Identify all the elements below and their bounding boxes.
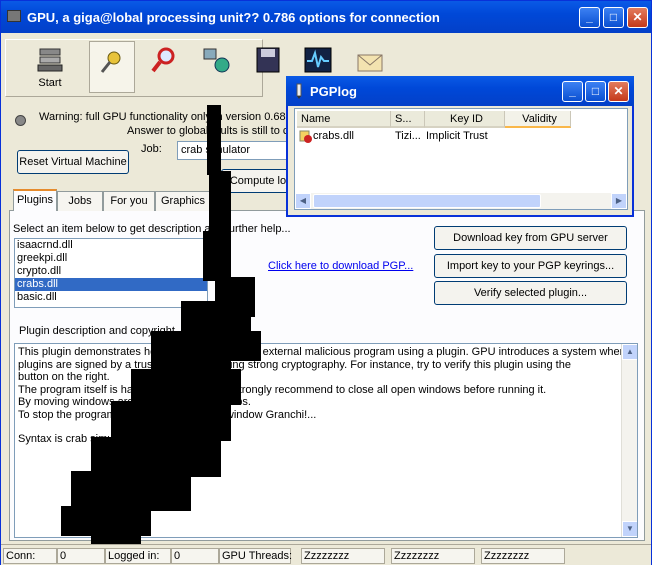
description-line: The program itself is harmless, however … — [18, 383, 547, 396]
gpu-threads-label: GPU Threads: — [219, 548, 292, 564]
reset-vm-button[interactable]: Reset Virtual Machine — [17, 150, 129, 174]
thread-status: Zzzzzzzz — [481, 548, 565, 564]
download-pgp-link[interactable]: Click here to download PGP... — [268, 260, 413, 272]
list-item[interactable]: basic.dll — [15, 291, 207, 304]
list-item[interactable]: isaacrnd.dll — [15, 239, 207, 252]
logged-in-label: Logged in: — [105, 548, 171, 564]
conn-value: 0 — [57, 548, 105, 564]
network-tool-button[interactable] — [193, 41, 239, 93]
status-bar: Conn: 0 Logged in: 0 GPU Threads: Zzzzzz… — [1, 544, 651, 565]
scroll-left-arrow-icon[interactable]: ◀ — [295, 193, 311, 209]
import-key-button[interactable]: Import key to your PGP keyrings... — [434, 254, 627, 278]
pgplog-title-bar[interactable]: PGPlog _ □ ✕ — [286, 76, 634, 106]
settings-tool-button[interactable] — [89, 41, 135, 93]
column-header-name[interactable]: Name — [297, 111, 391, 128]
conn-label: Conn: — [3, 548, 57, 564]
column-header-validity[interactable]: Validity — [505, 111, 571, 128]
search-tool-button[interactable] — [141, 41, 187, 93]
plugin-instruction: Select an item below to get description … — [13, 223, 291, 235]
pgplog-title: PGPlog — [310, 84, 357, 99]
download-key-button[interactable]: Download key from GPU server — [434, 226, 627, 250]
description-line: plugins are signed by a trusted authorit… — [18, 358, 571, 371]
pgplog-maximize-button[interactable]: □ — [585, 81, 606, 102]
compute-button[interactable]: Compute lo — [221, 169, 295, 193]
minimize-button[interactable]: _ — [579, 7, 600, 28]
pen-icon — [296, 83, 302, 99]
row-key-id: Implicit Trust — [426, 130, 488, 142]
thread-status: Zzzzzzzz — [391, 548, 475, 564]
row-signer: Tizi... — [395, 130, 421, 142]
column-header-key-id[interactable]: Key ID — [425, 111, 505, 128]
tab-plugins[interactable]: Plugins — [13, 189, 57, 211]
network-icon — [203, 48, 230, 73]
close-button[interactable]: ✕ — [627, 7, 648, 28]
magnifier-icon — [151, 47, 175, 73]
start-label: Start — [38, 77, 62, 89]
pgplog-minimize-button[interactable]: _ — [562, 81, 583, 102]
save-tool-button[interactable] — [245, 41, 291, 93]
activity-icon — [304, 47, 332, 73]
pgplog-list[interactable]: Name S... Key ID Validity crabs.dll Tizi… — [294, 108, 628, 210]
description-scrollbar[interactable]: ▲ ▼ — [621, 344, 637, 537]
floppy-icon — [256, 47, 280, 73]
scroll-down-arrow-icon[interactable]: ▼ — [622, 521, 637, 537]
plugin-list[interactable]: isaacrnd.dll greekpi.dll crypto.dll crab… — [14, 238, 208, 308]
server-icon — [37, 48, 63, 72]
title-bar[interactable]: GPU, a giga@lobal processing unit?? 0.78… — [1, 1, 651, 33]
list-item[interactable]: greekpi.dll — [15, 252, 207, 265]
logged-in-value: 0 — [171, 548, 219, 564]
signature-icon — [299, 130, 312, 143]
scroll-thumb[interactable] — [313, 194, 541, 208]
description-line: button on the right. — [18, 371, 110, 383]
mail-icon — [357, 54, 383, 72]
warning-text-line1: Warning: full GPU functionality only in … — [39, 111, 295, 123]
gear-icon — [100, 51, 121, 73]
window-title: GPU, a giga@lobal processing unit?? 0.78… — [27, 10, 440, 25]
start-tool-button[interactable]: Start — [27, 41, 73, 93]
app-icon — [7, 10, 21, 22]
list-item-selected[interactable]: crabs.dll — [15, 278, 207, 291]
scroll-right-arrow-icon[interactable]: ▶ — [611, 193, 627, 209]
column-header-signer[interactable]: S... — [391, 111, 425, 128]
pgplog-window: PGPlog _ □ ✕ Name S... Key ID Validity c… — [286, 76, 634, 217]
description-line: This plugin demonstrates how GPU could h… — [18, 346, 630, 358]
verify-plugin-button[interactable]: Verify selected plugin... — [434, 281, 627, 305]
pgplog-hscrollbar[interactable]: ◀ ▶ — [295, 193, 627, 209]
maximize-button[interactable]: □ — [603, 7, 624, 28]
thread-status: Zzzzzzzz — [301, 548, 385, 564]
tab-for-you[interactable]: For you — [103, 191, 155, 211]
warning-icon — [15, 115, 26, 126]
job-label: Job: — [141, 143, 162, 155]
pgplog-close-button[interactable]: ✕ — [608, 81, 629, 102]
job-input[interactable]: crab simulator — [177, 141, 293, 160]
row-name[interactable]: crabs.dll — [313, 130, 354, 142]
list-item[interactable]: crypto.dll — [15, 265, 207, 278]
scroll-up-arrow-icon[interactable]: ▲ — [622, 344, 637, 360]
tab-graphics[interactable]: Graphics — [155, 191, 211, 211]
tab-jobs[interactable]: Jobs — [57, 191, 103, 211]
